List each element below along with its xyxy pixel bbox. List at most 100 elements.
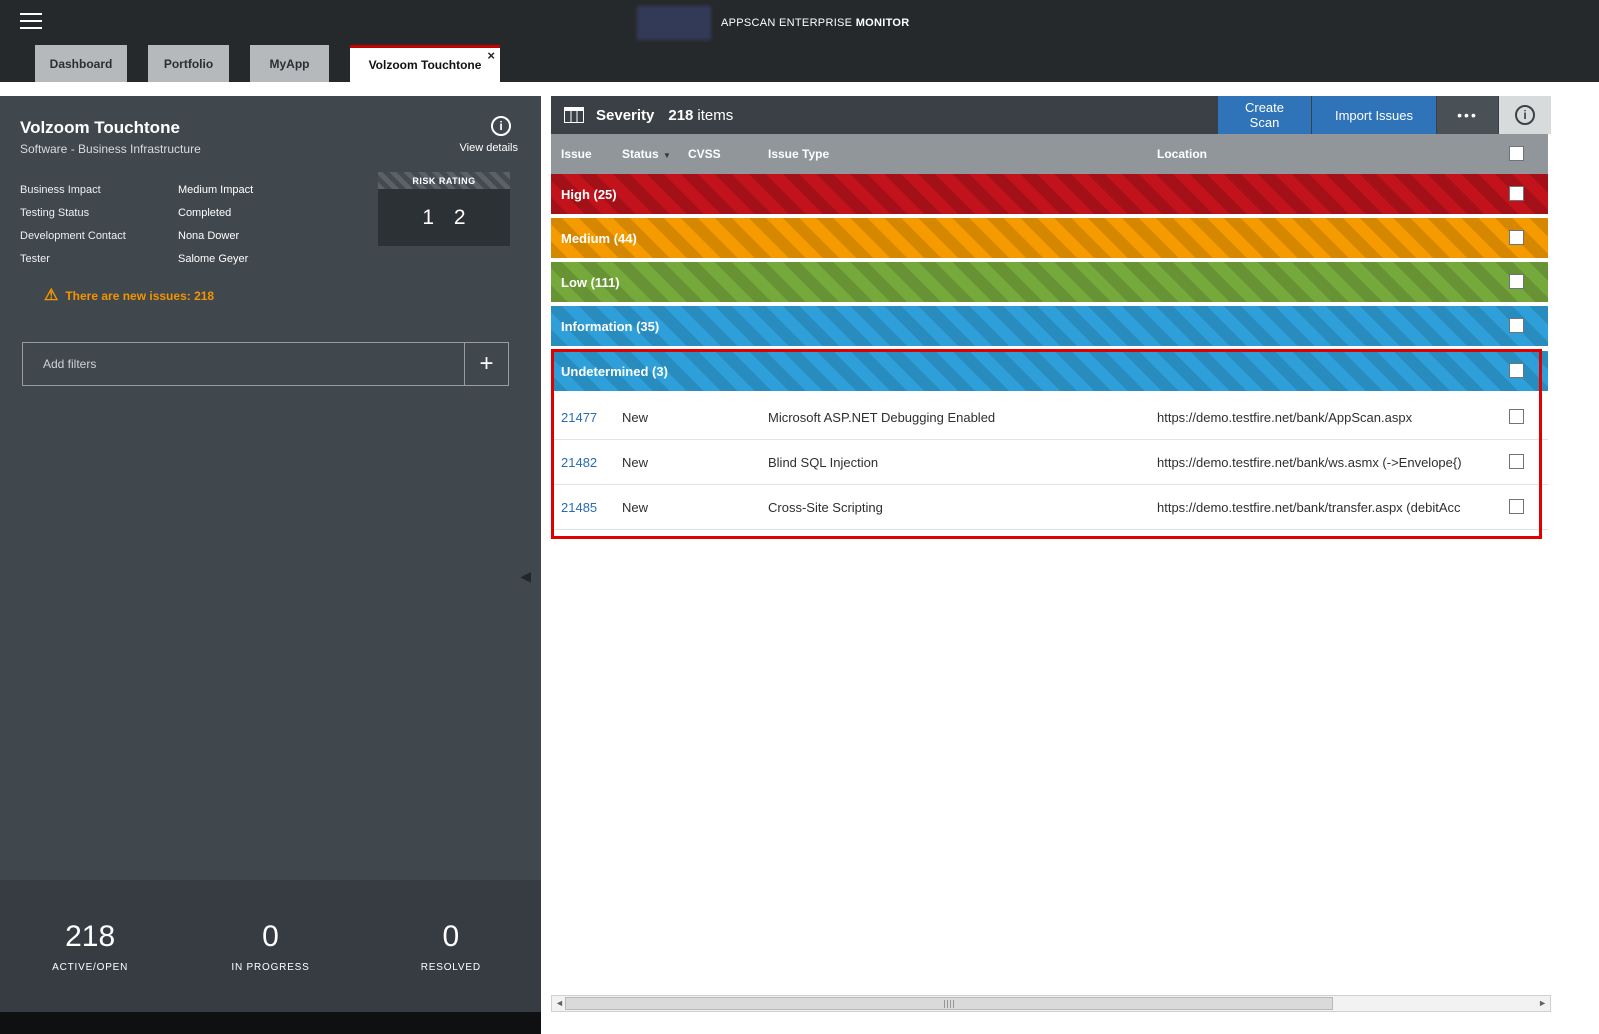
table-grid-icon — [564, 107, 584, 123]
application-subtitle: Software - Business Infrastructure — [20, 142, 201, 156]
stat-label: ACTIVE/OPEN — [52, 962, 128, 973]
stat-value: 0 — [442, 920, 459, 954]
group-checkbox[interactable] — [1509, 186, 1524, 201]
app-title: APPSCAN ENTERPRISE MONITOR — [721, 17, 910, 29]
issue-type: Blind SQL Injection — [768, 440, 1148, 485]
tab-portfolio[interactable]: Portfolio — [148, 45, 229, 82]
group-label: Information (35) — [561, 306, 659, 346]
issue-id-link[interactable]: 21477 — [561, 395, 597, 440]
close-tab-icon[interactable]: × — [487, 49, 495, 62]
stat-resolved: 0 RESOLVED — [361, 880, 541, 1012]
stat-active-open: 218 ACTIVE/OPEN — [0, 880, 180, 1012]
field-value: Salome Geyer — [178, 253, 248, 265]
issue-id-link[interactable]: 21482 — [561, 440, 597, 485]
severity-group-low[interactable]: Low (111) — [551, 262, 1548, 302]
severity-group-undetermined[interactable]: Undetermined (3) — [551, 351, 1548, 391]
field-row: Business Impact Medium Impact — [20, 178, 370, 201]
info-icon[interactable]: i — [491, 116, 511, 136]
collapse-sidebar-arrow[interactable]: ◀ — [520, 568, 531, 585]
field-label: Testing Status — [20, 207, 178, 219]
alert-text: There are new issues: 218 — [65, 289, 214, 303]
issue-row[interactable]: 21477 New Microsoft ASP.NET Debugging En… — [551, 395, 1548, 440]
field-value: Medium Impact — [178, 184, 253, 196]
items-count: 218items — [668, 107, 733, 124]
issue-row[interactable]: 21482 New Blind SQL Injection https://de… — [551, 440, 1548, 485]
field-label: Tester — [20, 253, 178, 265]
issue-type: Microsoft ASP.NET Debugging Enabled — [768, 395, 1148, 440]
severity-group-information[interactable]: Information (35) — [551, 306, 1548, 346]
risk-rating-label: RISK RATING — [378, 172, 510, 189]
group-checkbox[interactable] — [1509, 274, 1524, 289]
select-all-checkbox[interactable] — [1509, 146, 1524, 161]
app-title-suffix: MONITOR — [856, 17, 910, 29]
horizontal-scrollbar[interactable]: ◄ ► — [551, 995, 1551, 1012]
group-checkbox[interactable] — [1509, 318, 1524, 333]
column-issue[interactable]: Issue — [561, 134, 592, 174]
blurred-logo — [637, 6, 711, 40]
risk-rating-value: 1 2 — [378, 189, 510, 246]
issues-panel-header: Severity 218items Create Scan Import Iss… — [551, 96, 1551, 134]
add-filters-input[interactable]: Add filters + — [22, 342, 509, 386]
scroll-right-arrow[interactable]: ► — [1538, 998, 1547, 1008]
tab-label: MyApp — [270, 57, 310, 71]
field-row: Development Contact Nona Dower — [20, 224, 370, 247]
severity-group-high[interactable]: High (25) — [551, 174, 1548, 214]
field-label: Development Contact — [20, 230, 178, 242]
scroll-left-arrow[interactable]: ◄ — [555, 998, 564, 1008]
tab-dashboard[interactable]: Dashboard — [35, 45, 127, 82]
issue-id-link[interactable]: 21485 — [561, 485, 597, 530]
scrollbar-thumb[interactable] — [565, 997, 1333, 1010]
issue-row[interactable]: 21485 New Cross-Site Scripting https://d… — [551, 485, 1548, 530]
tab-label: Portfolio — [164, 57, 213, 71]
items-count-label: items — [697, 107, 733, 124]
issue-status: New — [622, 395, 648, 440]
view-details-link[interactable]: View details — [460, 142, 519, 154]
more-options-button[interactable]: ••• — [1437, 96, 1498, 134]
stat-in-progress: 0 IN PROGRESS — [180, 880, 360, 1012]
field-value: Completed — [178, 207, 231, 219]
application-sidebar: Volzoom Touchtone Software - Business In… — [0, 96, 541, 1034]
risk-rating-box: RISK RATING 1 2 — [378, 172, 510, 246]
tab-volzoom-touchtone[interactable]: Volzoom Touchtone × — [350, 45, 500, 82]
tab-label: Dashboard — [50, 57, 113, 71]
new-issues-alert: ⚠ There are new issues: 218 — [44, 288, 214, 304]
info-glyph: i — [499, 119, 502, 133]
column-status[interactable]: Status — [622, 134, 659, 174]
group-checkbox[interactable] — [1509, 363, 1524, 378]
group-label: Medium (44) — [561, 218, 637, 258]
field-row: Testing Status Completed — [20, 201, 370, 224]
column-cvss[interactable]: CVSS — [688, 134, 721, 174]
add-filter-button[interactable]: + — [464, 343, 508, 385]
create-scan-button[interactable]: Create Scan — [1218, 96, 1311, 134]
import-issues-button[interactable]: Import Issues — [1312, 96, 1436, 134]
group-label: Undetermined (3) — [561, 351, 668, 391]
panel-title: Severity — [596, 107, 654, 124]
group-label: Low (111) — [561, 262, 620, 302]
row-checkbox[interactable] — [1509, 454, 1524, 469]
row-checkbox[interactable] — [1509, 499, 1524, 514]
issue-location: https://demo.testfire.net/bank/transfer.… — [1157, 485, 1502, 530]
stat-label: IN PROGRESS — [231, 962, 309, 973]
tab-label: Volzoom Touchtone — [369, 58, 482, 72]
column-issue-type[interactable]: Issue Type — [768, 134, 829, 174]
hamburger-menu-icon[interactable] — [20, 13, 42, 31]
issue-status: New — [622, 485, 648, 530]
issue-location: https://demo.testfire.net/bank/ws.asmx (… — [1157, 440, 1502, 485]
topbar: APPSCAN ENTERPRISE MONITOR — [0, 0, 1599, 45]
stat-value: 218 — [65, 920, 115, 954]
issues-table-body: High (25) Medium (44) Low (111) Informat… — [551, 174, 1548, 530]
group-checkbox[interactable] — [1509, 230, 1524, 245]
panel-info-button[interactable]: i — [1499, 96, 1551, 134]
group-label: High (25) — [561, 174, 617, 214]
application-name: Volzoom Touchtone — [20, 118, 180, 138]
add-filters-placeholder: Add filters — [23, 343, 464, 385]
field-label: Business Impact — [20, 184, 178, 196]
column-location[interactable]: Location — [1157, 134, 1207, 174]
info-glyph: i — [1523, 108, 1526, 122]
issue-location: https://demo.testfire.net/bank/AppScan.a… — [1157, 395, 1502, 440]
sort-desc-icon[interactable]: ▼ — [663, 151, 671, 160]
severity-group-medium[interactable]: Medium (44) — [551, 218, 1548, 258]
row-checkbox[interactable] — [1509, 409, 1524, 424]
tab-myapp[interactable]: MyApp — [250, 45, 329, 82]
warning-icon: ⚠ — [44, 288, 58, 304]
